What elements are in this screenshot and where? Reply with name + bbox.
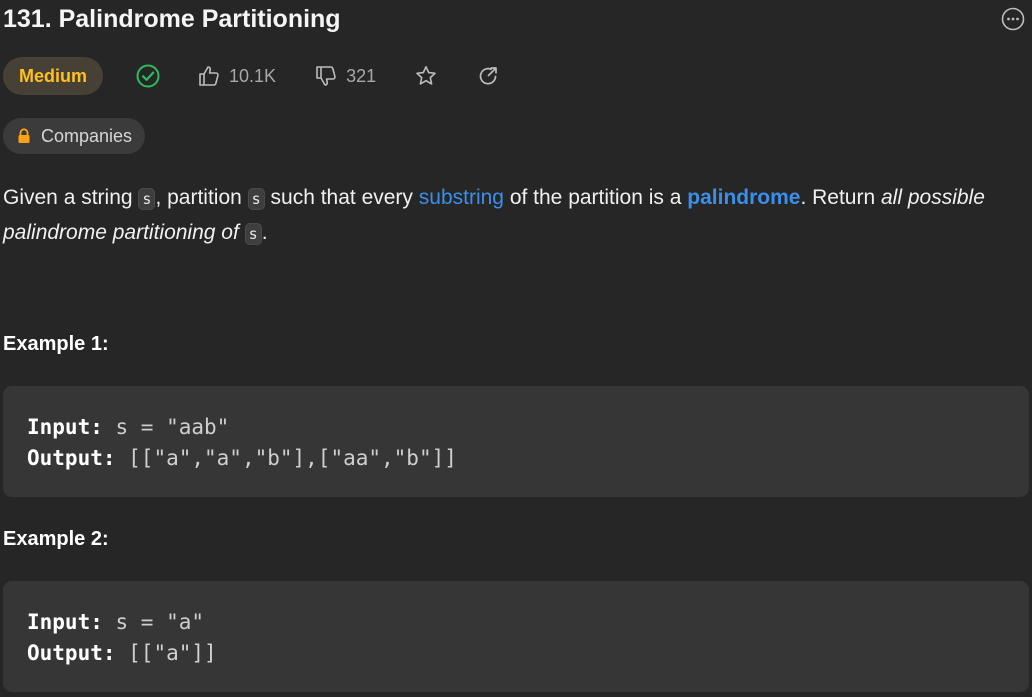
- substring-link[interactable]: substring: [419, 186, 504, 209]
- star-icon[interactable]: [414, 64, 438, 88]
- example-2-input: Input: s = "a": [27, 607, 1029, 638]
- output-value: [["a"]]: [115, 641, 217, 665]
- title-row: 131. Palindrome Partitioning: [3, 2, 1032, 38]
- input-value: s = "aab": [102, 415, 230, 439]
- share-icon[interactable]: [476, 64, 500, 88]
- example-1-input: Input: s = "aab": [27, 412, 1029, 443]
- solved-check-icon: [136, 64, 160, 88]
- example-1-output: Output: [["a","a","b"],["aa","b"]]: [27, 443, 1029, 474]
- problem-title[interactable]: 131. Palindrome Partitioning: [3, 5, 341, 33]
- like-button[interactable]: 10.1K: [197, 64, 276, 88]
- desc-text: , partition: [155, 186, 248, 209]
- desc-text: Given a string: [3, 186, 139, 209]
- problem-description-panel: 131. Palindrome Partitioning Medium 10.1…: [0, 0, 1032, 697]
- difficulty-badge: Medium: [3, 57, 104, 95]
- output-label: Output:: [27, 641, 116, 665]
- example-1-box: Input: s = "aab" Output: [["a","a","b"],…: [3, 386, 1029, 497]
- thumbs-down-icon: [316, 66, 336, 86]
- output-value: [["a","a","b"],["aa","b"]]: [115, 446, 457, 470]
- thumbs-up-icon: [199, 66, 219, 86]
- desc-text: such that every: [264, 186, 419, 209]
- palindrome-link[interactable]: palindrome: [687, 186, 800, 209]
- dislike-count: 321: [346, 65, 377, 86]
- example-2-output: Output: [["a"]]: [27, 638, 1029, 669]
- input-label: Input:: [27, 415, 103, 439]
- inline-code: s: [244, 223, 262, 245]
- lock-icon: [18, 128, 30, 143]
- desc-text: .: [261, 221, 268, 244]
- more-options-icon[interactable]: [1001, 7, 1025, 31]
- input-value: s = "a": [102, 610, 205, 634]
- example-2-box: Input: s = "a" Output: [["a"]]: [3, 581, 1029, 692]
- desc-text: of the partition is a: [503, 186, 688, 209]
- inline-code: s: [247, 188, 265, 210]
- input-label: Input:: [27, 610, 103, 634]
- like-count: 10.1K: [229, 65, 277, 86]
- companies-label: Companies: [41, 125, 133, 146]
- dislike-button[interactable]: 321: [314, 64, 376, 88]
- example-2-label: Example 2:: [3, 528, 109, 550]
- companies-button[interactable]: Companies: [3, 118, 146, 154]
- desc-text: . Return: [800, 186, 881, 209]
- problem-meta-row: Medium 10.1K 321: [3, 57, 500, 95]
- inline-code: s: [138, 188, 156, 210]
- output-label: Output:: [27, 446, 116, 470]
- problem-statement: Given a string s, partition s such that …: [3, 181, 1029, 251]
- example-1-label: Example 1:: [3, 333, 109, 355]
